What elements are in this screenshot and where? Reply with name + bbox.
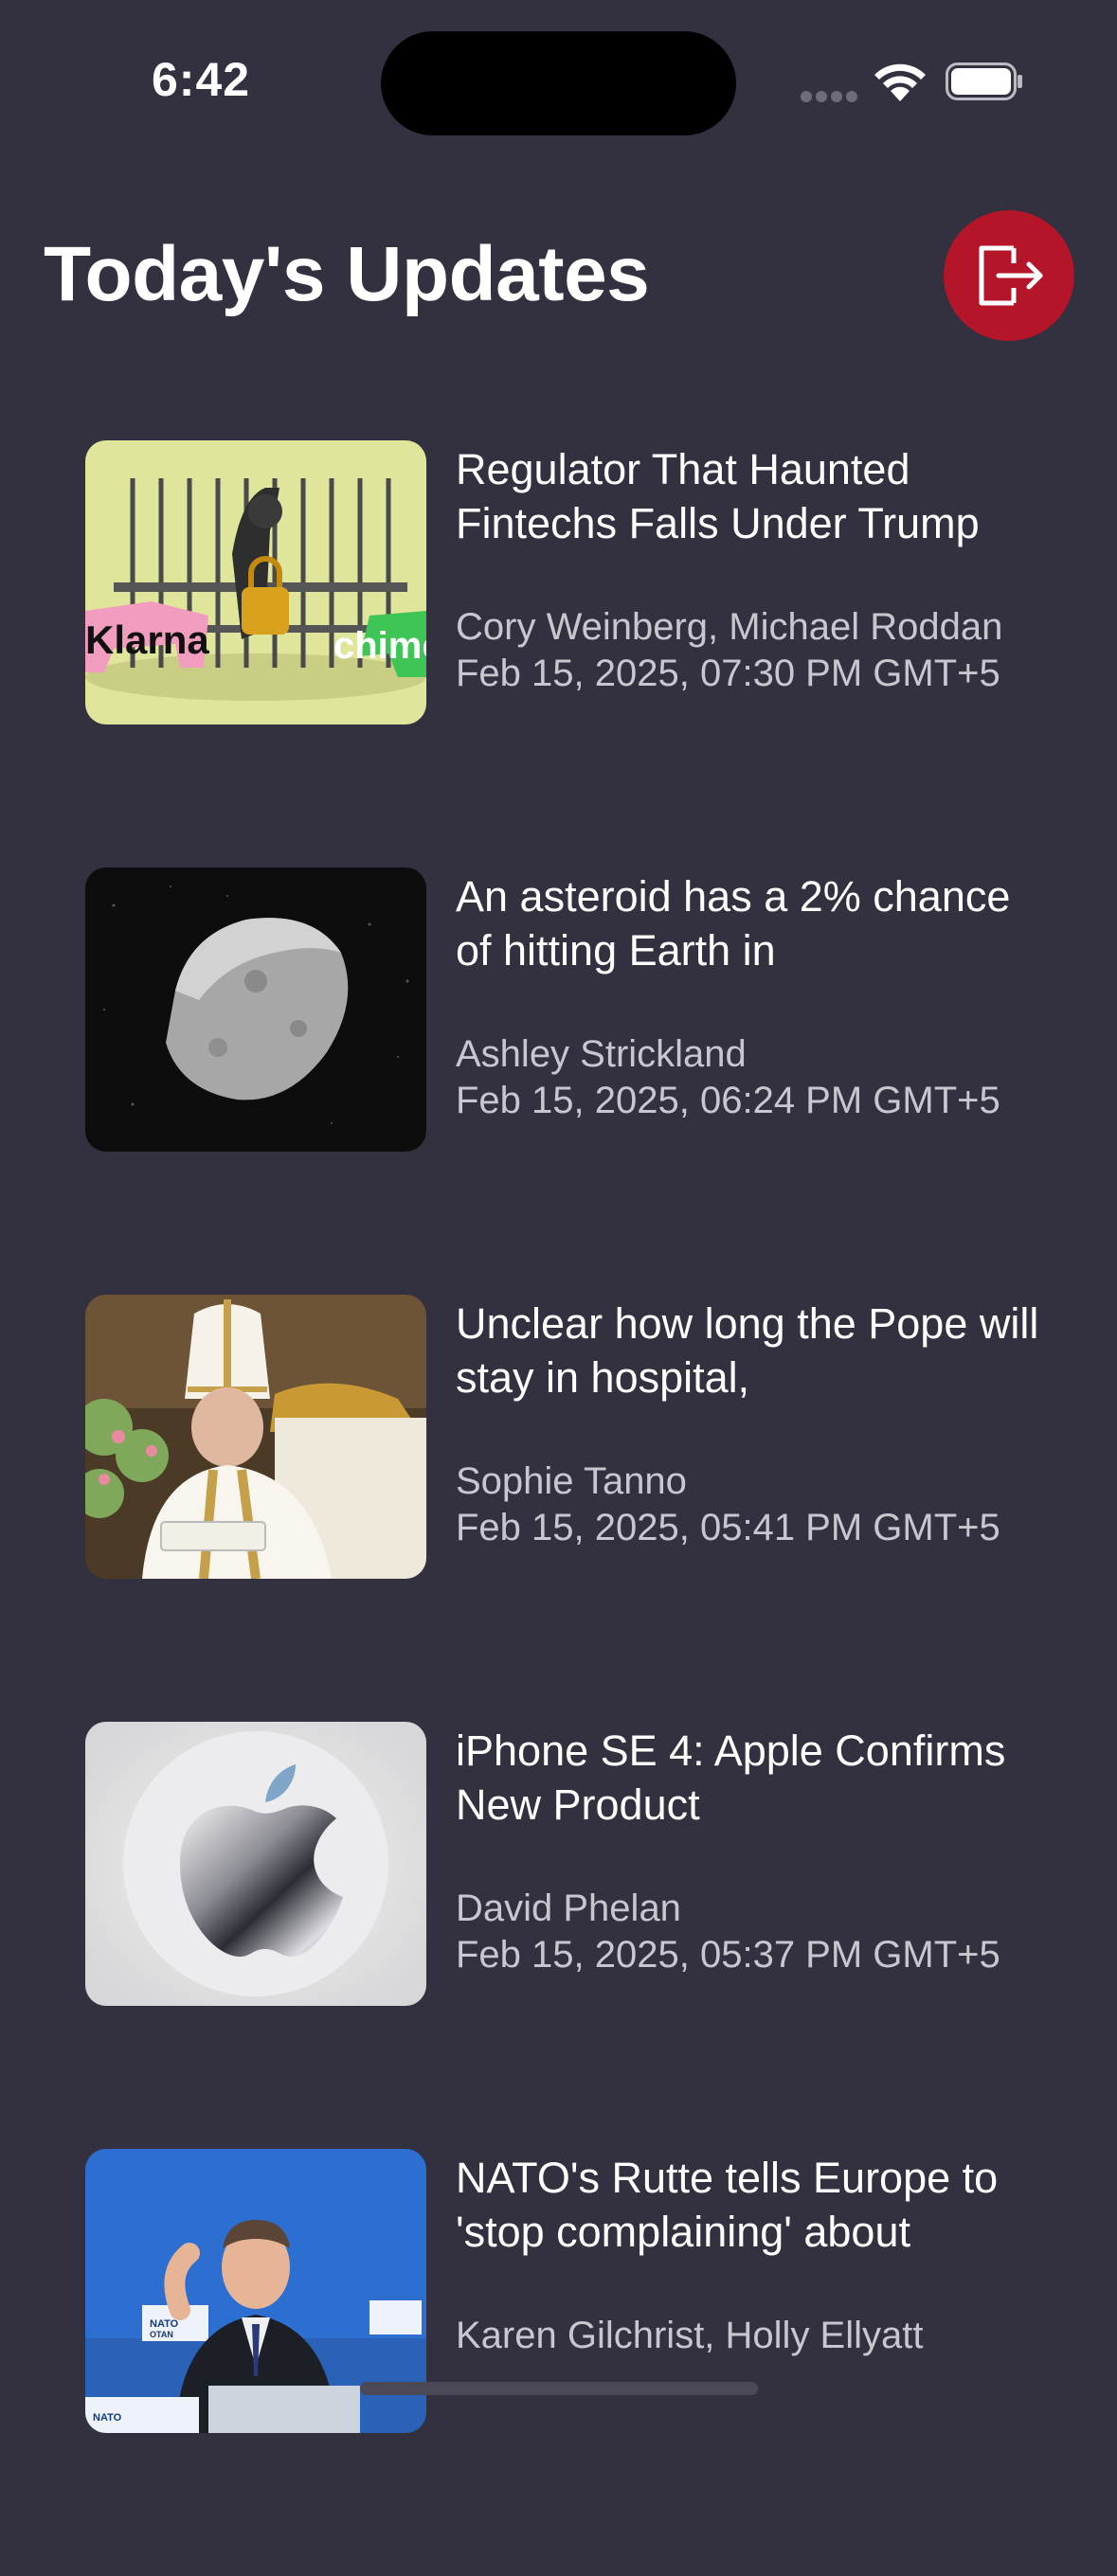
list-item[interactable]: iPhone SE 4: Apple Confirms New Product … bbox=[85, 1722, 1046, 2006]
article-headline: iPhone SE 4: Apple Confirms New Product bbox=[456, 1726, 1006, 1829]
list-item[interactable]: An asteroid has a 2% chance of hitting E… bbox=[85, 868, 1046, 1152]
list-item[interactable]: Klarna chime Regulator That Haunted Fint… bbox=[85, 440, 1046, 724]
article-text: Regulator That Haunted Fintechs Falls Un… bbox=[456, 440, 1046, 697]
article-headline: Regulator That Haunted Fintechs Falls Un… bbox=[456, 445, 980, 547]
svg-text:OTAN: OTAN bbox=[150, 2330, 173, 2339]
wifi-icon bbox=[874, 63, 926, 101]
svg-text:chime: chime bbox=[333, 625, 426, 667]
article-authors: Sophie Tanno bbox=[456, 1460, 687, 1502]
article-headline: Unclear how long the Pope will stay in h… bbox=[456, 1299, 1039, 1402]
article-text: iPhone SE 4: Apple Confirms New Product … bbox=[456, 1722, 1046, 1978]
article-thumbnail: Klarna chime bbox=[85, 440, 426, 724]
dynamic-island bbox=[381, 31, 736, 135]
article-authors: Cory Weinberg, Michael Roddan bbox=[456, 606, 1003, 648]
article-authors: Ashley Strickland bbox=[456, 1033, 747, 1075]
status-bar: 6:42 bbox=[0, 0, 1117, 161]
klarna-chime-illustration: Klarna chime bbox=[85, 440, 426, 724]
article-authors: Karen Gilchrist, Holly Ellyatt bbox=[456, 2315, 924, 2356]
page-title: Today's Updates bbox=[44, 231, 650, 317]
article-thumbnail bbox=[85, 868, 426, 1152]
article-thumbnail bbox=[85, 1295, 426, 1579]
list-item[interactable]: Unclear how long the Pope will stay in h… bbox=[85, 1295, 1046, 1579]
apple-logo-image bbox=[85, 1722, 426, 2006]
battery-icon bbox=[946, 63, 1022, 100]
article-date: Feb 15, 2025, 05:37 PM GMT+5 bbox=[456, 1934, 1000, 1976]
article-thumbnail bbox=[85, 1722, 426, 2006]
logout-icon bbox=[979, 245, 1043, 306]
home-indicator[interactable] bbox=[360, 2382, 758, 2395]
article-headline: NATO's Rutte tells Europe to 'stop compl… bbox=[456, 2154, 999, 2256]
article-text: NATO's Rutte tells Europe to 'stop compl… bbox=[456, 2149, 1046, 2359]
article-text: Unclear how long the Pope will stay in h… bbox=[456, 1295, 1046, 1551]
pope-image bbox=[85, 1295, 426, 1579]
svg-text:NATO: NATO bbox=[150, 2318, 179, 2330]
logout-button[interactable] bbox=[944, 210, 1074, 341]
article-date: Feb 15, 2025, 07:30 PM GMT+5 bbox=[456, 653, 1000, 694]
cellular-signal-icon bbox=[801, 91, 857, 102]
svg-text:NATO: NATO bbox=[93, 2412, 122, 2424]
article-date: Feb 15, 2025, 05:41 PM GMT+5 bbox=[456, 1507, 1000, 1548]
news-list: Klarna chime Regulator That Haunted Fint… bbox=[85, 440, 1046, 2576]
article-authors: David Phelan bbox=[456, 1887, 681, 1929]
article-date: Feb 15, 2025, 06:24 PM GMT+5 bbox=[456, 1080, 1000, 1121]
article-headline: An asteroid has a 2% chance of hitting E… bbox=[456, 872, 1011, 975]
status-time: 6:42 bbox=[152, 53, 251, 106]
asteroid-image bbox=[85, 868, 426, 1152]
article-text: An asteroid has a 2% chance of hitting E… bbox=[456, 868, 1046, 1124]
svg-text:Klarna: Klarna bbox=[85, 617, 209, 662]
